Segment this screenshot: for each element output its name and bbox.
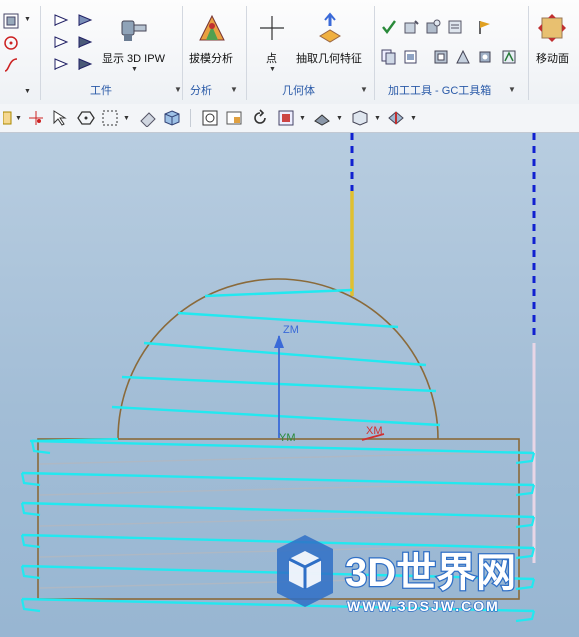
- dropdown-arrow-icon[interactable]: ▼: [410, 115, 417, 122]
- toolpath-pass-line: [21, 501, 535, 519]
- selection-toolbar: ▼ ▼ ▼ ▼ ▼ ▼: [0, 104, 579, 133]
- graphics-viewport[interactable]: ZM YM XM 3D世界网 WWW.3DSJW.COM: [0, 133, 579, 637]
- dropdown-arrow-icon[interactable]: ▼: [374, 115, 381, 122]
- group-label-tools: 加工工具 - GC工具箱 ▼: [388, 85, 516, 97]
- wireframe-cube-icon[interactable]: [350, 108, 370, 128]
- show-3d-ipw-label[interactable]: 显示 3D IPW: [102, 50, 165, 66]
- view-icon[interactable]: [2, 12, 20, 30]
- dropdown-arrow-icon[interactable]: ▼: [299, 115, 306, 122]
- flag-icon[interactable]: [476, 18, 494, 36]
- tool-gear-icon[interactable]: [454, 48, 472, 66]
- extract-geometry-icon[interactable]: [314, 12, 346, 44]
- section-view-icon[interactable]: [386, 108, 406, 128]
- tool-gear-icon[interactable]: [476, 48, 494, 66]
- zm-arrow-head: [274, 335, 284, 348]
- tool-gear-icon[interactable]: [402, 18, 420, 36]
- point-plus-icon[interactable]: [258, 14, 286, 42]
- tool-gear-icon[interactable]: [424, 18, 442, 36]
- dropdown-arrow-icon[interactable]: ▼: [336, 115, 343, 122]
- select-icon[interactable]: [50, 108, 70, 128]
- tool-gear-icon[interactable]: [500, 48, 518, 66]
- snap-point-icon[interactable]: [26, 108, 46, 128]
- group-dropdown-icon: ▼: [230, 85, 238, 94]
- fit-view-icon[interactable]: [200, 108, 220, 128]
- group-dropdown-icon: ▼: [174, 85, 182, 94]
- ribbon: ▼ ▼ 显示 3D IPW ▼ 工件 ▼ 拔模分析 分析 ▼ 点 ▼ 抽取几何特…: [0, 0, 579, 105]
- ribbon-group-tools: 加工工具 - GC工具箱 ▼: [376, 0, 526, 104]
- watermark-brand: 3D世界网: [345, 551, 516, 595]
- watermark-url: WWW.3DSJW.COM: [347, 598, 500, 614]
- view-orient-icon[interactable]: [276, 108, 296, 128]
- dropdown-arrow-icon[interactable]: ▼: [15, 115, 22, 122]
- circle-icon[interactable]: [2, 34, 20, 52]
- ribbon-group-move: 移动面: [530, 0, 579, 104]
- copy-icon[interactable]: [380, 48, 398, 66]
- path-flag-solid-icon[interactable]: [76, 56, 94, 72]
- box-select-icon[interactable]: [100, 108, 120, 128]
- dropdown-arrow-icon[interactable]: ▼: [269, 66, 276, 73]
- toolpath-pass-line: [111, 405, 441, 427]
- ribbon-group-left: ▼ ▼: [0, 0, 38, 104]
- draft-analysis-icon[interactable]: [196, 12, 228, 44]
- cube-icon[interactable]: [162, 108, 182, 128]
- watermark: 3D世界网 WWW.3DSJW.COM: [275, 531, 575, 637]
- move-face-icon[interactable]: [536, 12, 568, 44]
- ribbon-group-geometry: 点 ▼ 抽取几何特征 几何体 ▼: [248, 0, 372, 104]
- group-label-geometry: 几何体 ▼: [282, 85, 368, 97]
- check-icon[interactable]: [380, 18, 398, 36]
- group-label-workpiece: 工件 ▼: [90, 85, 182, 97]
- zm-axis-label: ZM: [283, 324, 299, 336]
- extract-geometry-label[interactable]: 抽取几何特征: [296, 50, 362, 66]
- show-3d-ipw-icon[interactable]: [120, 14, 150, 44]
- toolpath-pass-line: [204, 288, 353, 298]
- path-flag-solid-icon[interactable]: [76, 12, 94, 28]
- toolpath-pass-line: [21, 471, 535, 487]
- toolpath-turn-line: [20, 598, 41, 613]
- move-face-label[interactable]: 移动面: [536, 50, 569, 66]
- dropdown-arrow-icon[interactable]: ▼: [131, 66, 138, 73]
- part-geometry: [37, 133, 536, 600]
- curve-icon[interactable]: [2, 56, 20, 74]
- document-icon[interactable]: [446, 18, 464, 36]
- path-flag-icon[interactable]: [52, 56, 70, 72]
- group-dropdown-icon: ▼: [508, 85, 516, 94]
- toolpath-link-line: [39, 482, 519, 496]
- xm-axis-label: XM: [366, 425, 383, 437]
- group-dropdown-icon: ▼: [360, 85, 368, 94]
- dropdown-arrow-icon[interactable]: ▼: [123, 115, 130, 122]
- zoom-window-icon[interactable]: [224, 108, 244, 128]
- group-label-analysis: 分析 ▼: [190, 85, 238, 97]
- ribbon-group-workpiece: 显示 3D IPW ▼ 工件 ▼: [42, 0, 182, 104]
- path-flag-icon[interactable]: [52, 12, 70, 28]
- path-flag-icon[interactable]: [52, 34, 70, 50]
- point-label[interactable]: 点: [266, 50, 277, 66]
- watermark-graphic: 3D世界网 WWW.3DSJW.COM: [277, 535, 517, 615]
- toolpath-turn-line: [30, 440, 51, 455]
- hexagon-icon[interactable]: [76, 108, 96, 128]
- toolpath-link-line: [39, 451, 519, 465]
- ribbon-group-analysis: 拔模分析 分析 ▼: [184, 0, 244, 104]
- eraser-icon[interactable]: [138, 108, 158, 128]
- tool-gear-icon[interactable]: [432, 48, 450, 66]
- draft-analysis-label[interactable]: 拔模分析: [189, 50, 233, 66]
- rotate-icon[interactable]: [250, 108, 270, 128]
- toolpath-pass-line: [143, 341, 427, 367]
- render-style-icon[interactable]: [312, 108, 332, 128]
- dropdown-arrow-icon[interactable]: ▼: [24, 16, 31, 23]
- copy-icon[interactable]: [402, 48, 420, 66]
- dropdown-arrow-icon[interactable]: ▼: [24, 88, 31, 95]
- path-flag-solid-icon[interactable]: [76, 34, 94, 50]
- ym-axis-label: YM: [279, 432, 296, 444]
